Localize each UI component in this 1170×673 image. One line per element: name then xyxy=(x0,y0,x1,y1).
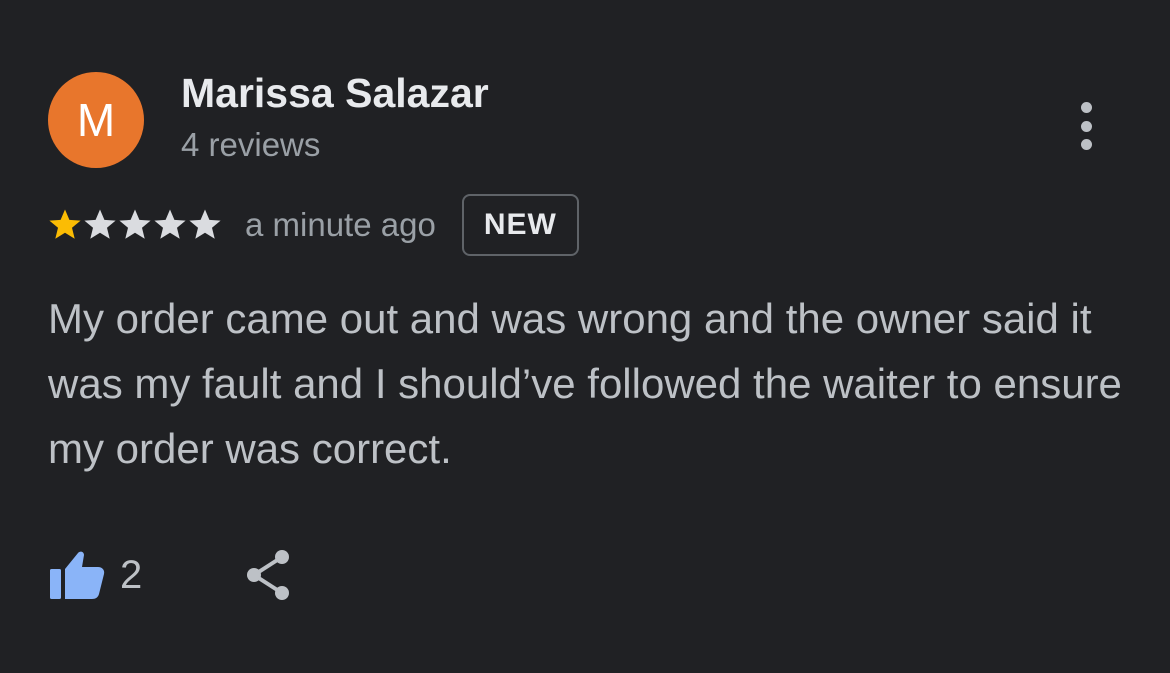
star-empty-icon xyxy=(154,209,186,239)
rating-row: a minute ago NEW xyxy=(48,192,579,258)
star-empty-icon xyxy=(84,209,116,239)
more-vert-icon-dot xyxy=(1080,139,1092,150)
star-empty-icon xyxy=(189,209,221,239)
author-review-count: 4 reviews xyxy=(181,126,321,163)
share-icon xyxy=(247,550,290,600)
like-button[interactable]: 2 xyxy=(48,549,142,601)
star-rating xyxy=(48,208,223,242)
avatar[interactable]: M xyxy=(48,72,144,168)
new-badge: NEW xyxy=(461,194,579,256)
review-card: M Marissa Salazar 4 reviews a minute ago… xyxy=(0,0,1170,673)
author-name[interactable]: Marissa Salazar xyxy=(181,70,489,117)
star-filled-icon xyxy=(49,209,81,239)
share-button[interactable] xyxy=(242,547,294,603)
more-options-button[interactable] xyxy=(1064,98,1108,154)
action-row: 2 xyxy=(48,545,294,605)
thumbs-up-icon xyxy=(50,551,105,599)
avatar-initial: M xyxy=(76,94,116,146)
star-empty-icon xyxy=(119,209,151,239)
like-count: 2 xyxy=(120,552,143,597)
review-timestamp: a minute ago xyxy=(245,206,436,243)
more-vert-icon-dot xyxy=(1080,120,1092,132)
review-text: My order came out and was wrong and the … xyxy=(48,295,1122,472)
more-vert-icon xyxy=(1080,102,1092,113)
